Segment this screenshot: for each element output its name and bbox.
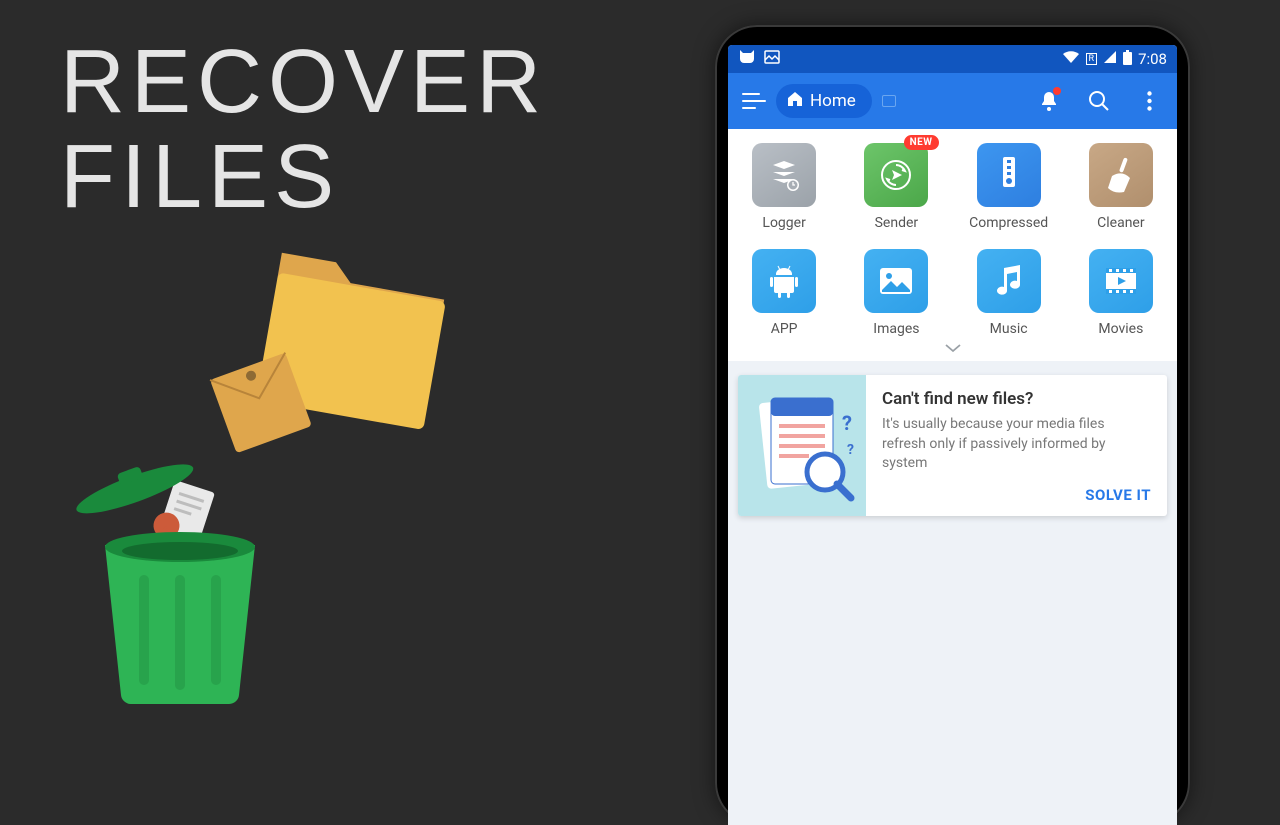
headline-text: RECOVER FILES: [60, 35, 547, 224]
category-label: Music: [990, 321, 1028, 337]
trash-folder-illustration: [40, 210, 540, 710]
cat-notification-icon: [738, 49, 756, 69]
phone-device-frame: R 7:08 Home: [715, 25, 1190, 825]
category-label: Compressed: [969, 215, 1048, 231]
sender-icon: [864, 143, 928, 207]
app-toolbar: Home: [728, 73, 1177, 129]
search-button[interactable]: [1079, 81, 1119, 121]
battery-icon: [1123, 50, 1132, 69]
home-icon: [786, 90, 804, 113]
category-item-music[interactable]: Music: [953, 249, 1065, 337]
cleaner-icon: [1089, 143, 1153, 207]
category-label: Sender: [875, 215, 919, 231]
tip-action-button[interactable]: SOLVE IT: [882, 486, 1151, 504]
tip-body: Can't find new files? It's usually becau…: [866, 375, 1167, 516]
status-time: 7:08: [1138, 50, 1167, 68]
overflow-menu-button[interactable]: [1129, 81, 1169, 121]
wifi-icon: [1062, 50, 1080, 68]
category-item-images[interactable]: Images: [840, 249, 952, 337]
notification-badge-icon: [1053, 87, 1061, 95]
signal-icon: [1103, 50, 1117, 68]
logger-icon: [752, 143, 816, 207]
category-item-cleaner[interactable]: Cleaner: [1065, 143, 1177, 231]
category-item-sender[interactable]: NEW Sender: [840, 143, 952, 231]
svg-text:?: ?: [842, 411, 852, 435]
notifications-button[interactable]: [1029, 81, 1069, 121]
chevron-down-icon: [944, 343, 962, 353]
compressed-icon: [977, 143, 1041, 207]
phone-screen: R 7:08 Home: [728, 45, 1177, 825]
expand-grid-button[interactable]: [728, 337, 1177, 355]
category-item-compressed[interactable]: Compressed: [953, 143, 1065, 231]
svg-text:?: ?: [847, 442, 854, 458]
tip-illustration: ? ?: [738, 375, 866, 516]
hamburger-menu-button[interactable]: [742, 89, 766, 113]
image-notification-icon: [764, 50, 780, 68]
roaming-indicator: R: [1086, 53, 1098, 65]
category-item-app[interactable]: APP: [728, 249, 840, 337]
category-label: Movies: [1098, 321, 1143, 337]
movies-icon: [1089, 249, 1153, 313]
category-item-movies[interactable]: Movies: [1065, 249, 1177, 337]
category-label: Logger: [762, 215, 805, 231]
android-status-bar: R 7:08: [728, 45, 1177, 73]
category-item-logger[interactable]: Logger: [728, 143, 840, 231]
category-grid-section: Logger NEW Sender Compressed: [728, 129, 1177, 361]
category-label: Cleaner: [1097, 215, 1144, 231]
window-indicator-icon[interactable]: [882, 95, 896, 107]
breadcrumb-home-label: Home: [810, 91, 856, 111]
category-label: APP: [771, 321, 798, 337]
tip-description: It's usually because your media files re…: [882, 415, 1151, 474]
category-grid: Logger NEW Sender Compressed: [728, 143, 1177, 337]
breadcrumb-home-button[interactable]: Home: [776, 84, 872, 118]
category-label: Images: [873, 321, 919, 337]
music-icon: [977, 249, 1041, 313]
new-badge: NEW: [904, 135, 939, 150]
android-app-icon: [752, 249, 816, 313]
images-icon: [864, 249, 928, 313]
headline-line1: RECOVER: [60, 35, 547, 130]
tip-title: Can't find new files?: [882, 389, 1151, 409]
tip-card: ? ? Can't find new files? It's usually b…: [738, 375, 1167, 516]
